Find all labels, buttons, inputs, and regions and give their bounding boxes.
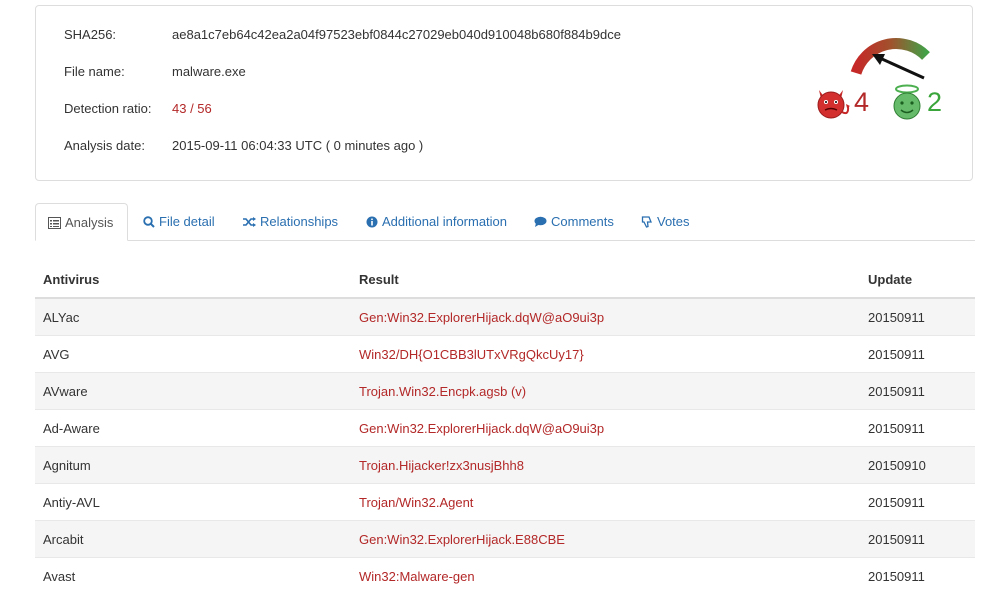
antivirus-name: Ad-Aware [35,410,351,447]
detection-result: Gen:Win32.ExplorerHijack.dqW@aO9ui3p [351,298,860,336]
table-row: AVware Trojan.Win32.Encpk.agsb (v) 20150… [35,373,975,410]
analysis-date-label: Analysis date: [64,136,174,156]
antivirus-name: Avast [35,558,351,594]
antivirus-name: AVG [35,336,351,373]
info-icon [366,216,378,228]
tab-analysis-label: Analysis [65,215,113,230]
update-date: 20150911 [860,336,975,373]
detection-result: Trojan/Win32.Agent [351,484,860,521]
update-date: 20150910 [860,447,975,484]
detection-result: Win32/DH{O1CBB3lUTxVRgQkcUy17} [351,336,860,373]
update-date: 20150911 [860,373,975,410]
malicious-votes-count: 4 [854,84,869,120]
harmless-votes-count: 2 [927,84,942,120]
update-date: 20150911 [860,521,975,558]
detection-result: Trojan.Win32.Encpk.agsb (v) [351,373,860,410]
filename-value: malware.exe [172,62,246,82]
tab-comments-label: Comments [551,214,614,229]
table-row: Ad-Aware Gen:Win32.ExplorerHijack.dqW@aO… [35,410,975,447]
header-antivirus[interactable]: Antivirus [35,262,351,298]
detection-result: Gen:Win32.ExplorerHijack.dqW@aO9ui3p [351,410,860,447]
antivirus-name: Antiy-AVL [35,484,351,521]
detection-result: Gen:Win32.ExplorerHijack.E88CBE [351,521,860,558]
tab-analysis[interactable]: Analysis [35,203,128,241]
devil-icon[interactable] [814,86,852,120]
angel-icon[interactable] [890,82,924,122]
antivirus-name: AVware [35,373,351,410]
tab-relationships-label: Relationships [260,214,338,229]
header-update[interactable]: Update [860,262,975,298]
tab-additional-information-label: Additional information [382,214,507,229]
sha256-value: ae8a1c7eb64c42ea2a04f97523ebf0844c27029e… [172,25,621,45]
tab-relationships[interactable]: Relationships [242,203,338,241]
sha256-label: SHA256: [64,25,174,45]
community-votes: 4 2 [814,84,974,124]
antivirus-name: Arcabit [35,521,351,558]
file-summary-panel: SHA256: ae8a1c7eb64c42ea2a04f97523ebf084… [35,5,973,181]
gauge-needle [882,59,924,78]
antivirus-results-table: Antivirus Result Update ALYac Gen:Win32.… [35,262,975,594]
table-row: Antiy-AVL Trojan/Win32.Agent 20150911 [35,484,975,521]
tab-additional-information[interactable]: Additional information [366,203,507,241]
detection-result: Win32:Malware-gen [351,558,860,594]
analysis-date-value: 2015-09-11 06:04:33 UTC ( 0 minutes ago … [172,136,423,156]
tab-comments[interactable]: Comments [534,203,614,241]
detection-ratio-value: 43 / 56 [172,99,212,119]
table-row: AVG Win32/DH{O1CBB3lUTxVRgQkcUy17} 20150… [35,336,975,373]
table-header-row: Antivirus Result Update [35,262,975,298]
update-date: 20150911 [860,410,975,447]
table-row: Agnitum Trojan.Hijacker!zx3nusjBhh8 2015… [35,447,975,484]
table-row: ALYac Gen:Win32.ExplorerHijack.dqW@aO9ui… [35,298,975,336]
detection-ratio-label: Detection ratio: [64,99,174,119]
thumbs-down-icon [641,216,653,228]
search-icon [143,216,155,228]
tab-file-detail[interactable]: File detail [143,203,215,241]
antivirus-name: ALYac [35,298,351,336]
table-row: Arcabit Gen:Win32.ExplorerHijack.E88CBE … [35,521,975,558]
analysis-tabs: Analysis File detail Relationships Addit… [35,203,975,241]
antivirus-name: Agnitum [35,447,351,484]
tab-file-detail-label: File detail [159,214,215,229]
tab-votes-label: Votes [657,214,690,229]
comment-icon [534,216,547,228]
update-date: 20150911 [860,298,975,336]
tab-votes[interactable]: Votes [641,203,690,241]
list-icon [48,217,61,229]
header-result[interactable]: Result [351,262,860,298]
filename-label: File name: [64,62,174,82]
table-row: Avast Win32:Malware-gen 20150911 [35,558,975,594]
update-date: 20150911 [860,558,975,594]
detection-result: Trojan.Hijacker!zx3nusjBhh8 [351,447,860,484]
shuffle-icon [242,216,256,228]
update-date: 20150911 [860,484,975,521]
